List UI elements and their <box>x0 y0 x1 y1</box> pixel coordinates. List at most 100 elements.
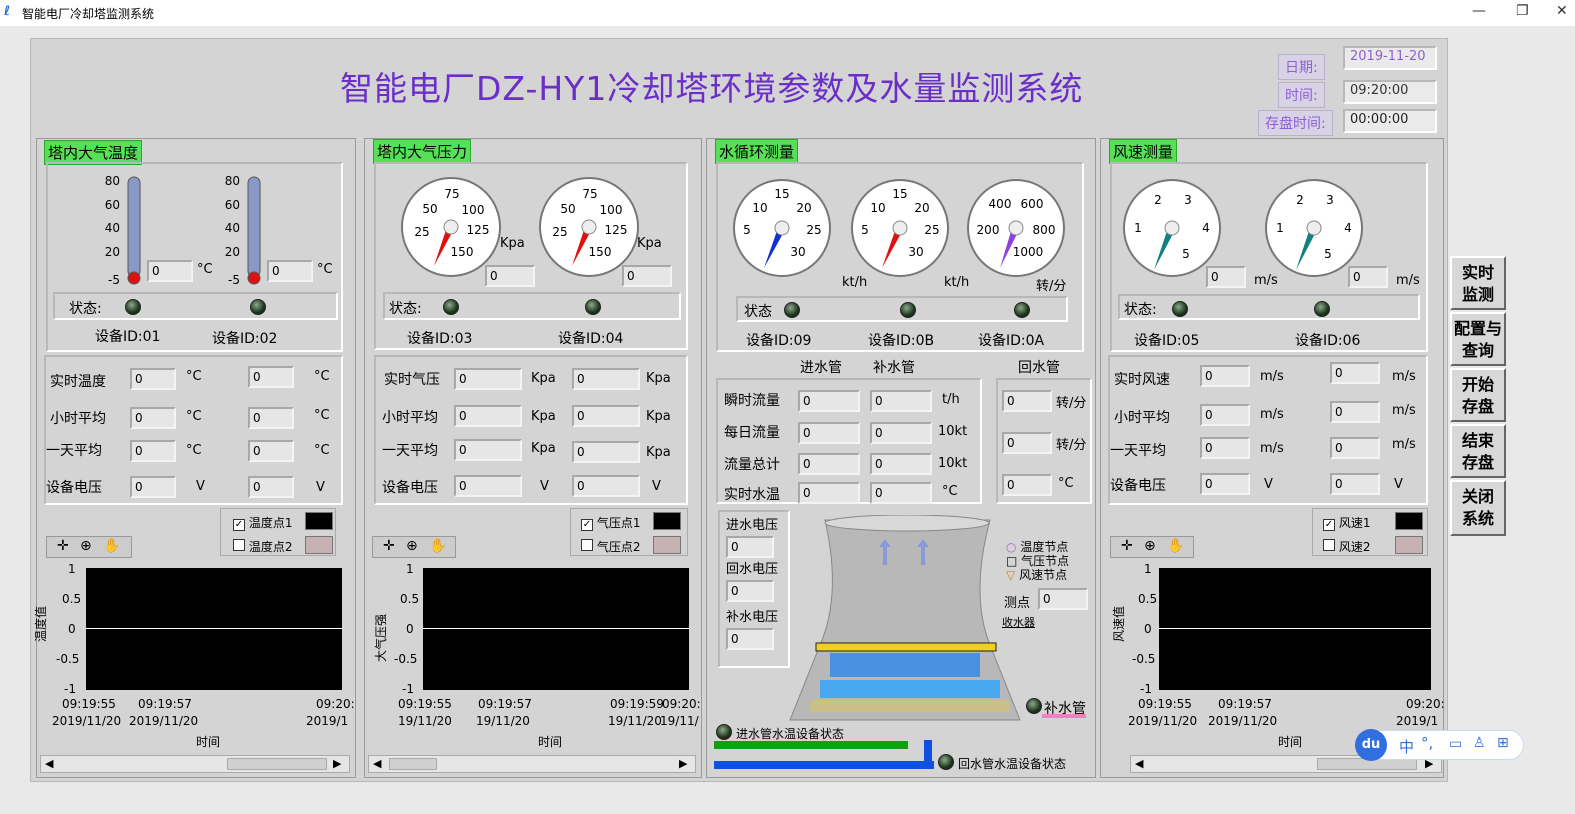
checkbox[interactable] <box>233 539 245 551</box>
row-label: 实时风速 <box>1114 372 1170 388</box>
chart-y-label: 大气压强 <box>374 613 388 662</box>
scroll-left-icon[interactable]: ◀ <box>1135 757 1143 770</box>
x-tick: 09:20: <box>1406 697 1445 711</box>
svg-text:800: 800 <box>1033 223 1056 237</box>
plot-area[interactable] <box>86 568 342 690</box>
pan-hand-icon[interactable]: ✋ <box>429 538 446 554</box>
thermo-1-unit: °C <box>197 262 213 277</box>
legend-item[interactable]: ✓ 风速1 <box>1323 514 1370 531</box>
legend-item[interactable]: 温度点2 <box>233 538 292 555</box>
checkbox[interactable] <box>581 539 593 551</box>
plot-area[interactable] <box>423 568 689 690</box>
reading-unit: V <box>1264 477 1273 492</box>
svg-text:25: 25 <box>552 225 567 239</box>
device-id: 设备ID:06 <box>1295 333 1361 349</box>
zoom-icon[interactable]: ⊕ <box>80 538 92 554</box>
page-title: 智能电厂DZ-HY1冷却塔环境参数及水量监测系统 <box>340 69 1084 108</box>
flow-unit: kt/h <box>842 275 868 290</box>
x-tick: 19/11/20 <box>398 714 452 728</box>
return-status-led <box>938 754 954 770</box>
zoom-icon[interactable]: ⊕ <box>406 538 418 554</box>
reading-value: 0 <box>454 405 522 427</box>
water-status-bar: 状态 <box>736 296 1068 322</box>
reading-value: 0 <box>572 368 640 390</box>
scroll-right-icon[interactable]: ▶ <box>679 757 687 770</box>
device-id: 设备ID:02 <box>212 331 278 347</box>
scroll-right-icon[interactable]: ▶ <box>333 757 341 770</box>
crosshair-icon[interactable]: ✛ <box>57 538 69 554</box>
temp-chart-scrollbar[interactable]: ◀ ▶ <box>40 755 350 773</box>
reading-value: 0 <box>1200 473 1250 495</box>
realtime-monitor-button[interactable]: 实时 监测 <box>1450 256 1506 310</box>
legend-item[interactable]: 风速2 <box>1323 538 1370 555</box>
checkbox[interactable]: ✓ <box>233 519 245 531</box>
status-led <box>443 299 459 315</box>
pan-hand-icon[interactable]: ✋ <box>103 538 120 554</box>
crosshair-icon[interactable]: ✛ <box>383 538 395 554</box>
save-time-value: 00:00:00 <box>1343 109 1437 133</box>
thermo-tick: -5 <box>228 273 240 287</box>
close-system-button[interactable]: 关闭 系统 <box>1450 480 1506 536</box>
return-status-label: 回水管水温设备状态 <box>958 757 1067 771</box>
cooling-tower-diagram <box>789 515 1021 721</box>
y-tick: 0.5 <box>400 592 420 606</box>
legend-item[interactable]: ✓ 气压点1 <box>581 514 640 531</box>
pressure-chart: 大气压强 1 0.5 0 -0.5 -1 09:19:55 19/11/20 0… <box>368 560 701 750</box>
reading-unit: °C <box>314 408 330 423</box>
checkbox[interactable]: ✓ <box>1323 519 1335 531</box>
stop-save-button[interactable]: 结束 存盘 <box>1450 424 1506 478</box>
legend-label: 温度点1 <box>248 516 293 530</box>
checkbox[interactable]: ✓ <box>581 519 593 531</box>
row-label: 实时气压 <box>384 372 440 388</box>
scroll-left-icon[interactable]: ◀ <box>45 757 53 770</box>
pressure-unit: Kpa <box>500 236 525 251</box>
reading-value: 0 <box>130 440 176 462</box>
chart-y-label: 风速值 <box>1112 605 1126 642</box>
scroll-thumb[interactable] <box>389 758 437 770</box>
plot-area[interactable] <box>1159 568 1431 690</box>
svg-text:50: 50 <box>422 202 437 216</box>
close-button[interactable]: ✕ <box>1556 3 1568 19</box>
config-query-button[interactable]: 配置与 查询 <box>1450 312 1506 366</box>
svg-text:600: 600 <box>1021 197 1044 211</box>
pressure-gauge-2: 25 50 75100 125 150 <box>539 177 639 277</box>
ime-punct[interactable]: °, <box>1421 734 1433 752</box>
grid-icon[interactable]: ⊞ <box>1497 735 1509 751</box>
ime-lang[interactable]: 中 <box>1399 736 1414 757</box>
pressure-chart-scrollbar[interactable]: ◀ ▶ <box>368 755 696 773</box>
row-label: 瞬时流量 <box>724 393 780 409</box>
status-led <box>1172 301 1188 317</box>
reading-unit: Kpa <box>531 441 556 456</box>
scroll-thumb[interactable] <box>227 758 327 770</box>
thermo-tick: 80 <box>225 174 240 188</box>
reading-unit: m/s <box>1260 407 1284 422</box>
svg-text:15: 15 <box>892 187 907 201</box>
zoom-icon[interactable]: ⊕ <box>1144 538 1156 554</box>
title-bar: ℓ 智能电厂冷却塔监测系统 — ❐ ✕ <box>0 0 1575 26</box>
reading-value: 0 <box>130 368 176 390</box>
maximize-button[interactable]: ❐ <box>1516 3 1529 19</box>
pressure-2-value: 0 <box>622 265 672 287</box>
reading-unit: m/s <box>1260 441 1284 456</box>
start-save-button[interactable]: 开始 存盘 <box>1450 368 1506 422</box>
crosshair-icon[interactable]: ✛ <box>1121 538 1133 554</box>
checkbox[interactable] <box>1323 539 1335 551</box>
svg-text:30: 30 <box>790 245 805 259</box>
scroll-left-icon[interactable]: ◀ <box>373 757 381 770</box>
y-tick: 0 <box>1144 622 1152 636</box>
probe-value[interactable]: 0 <box>1038 588 1088 610</box>
wind-status-bar: 状态: <box>1118 294 1420 320</box>
reading-unit: V <box>652 479 661 494</box>
ime-logo[interactable]: du <box>1355 729 1387 761</box>
user-icon[interactable]: ♙ <box>1473 735 1486 751</box>
pan-hand-icon[interactable]: ✋ <box>1167 538 1184 554</box>
reading-unit: °C <box>942 484 958 499</box>
reading-unit: 10kt <box>938 424 968 439</box>
keyboard-icon[interactable]: ▭ <box>1449 736 1462 752</box>
reading-unit: °C <box>314 369 330 384</box>
pressure-section-title: 塔内大气压力 <box>373 139 472 164</box>
minimize-button[interactable]: — <box>1472 3 1486 19</box>
legend-item[interactable]: 气压点2 <box>581 538 640 555</box>
legend-swatch <box>305 512 333 530</box>
legend-item[interactable]: ✓ 温度点1 <box>233 514 292 531</box>
